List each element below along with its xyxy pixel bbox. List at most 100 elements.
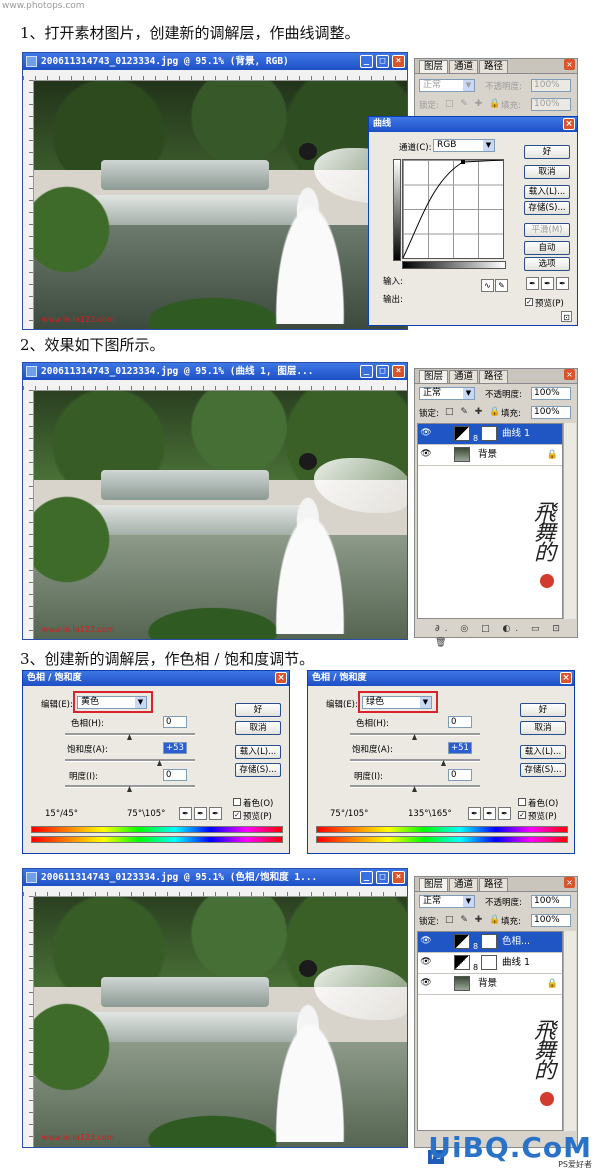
close-button[interactable]: × (392, 365, 405, 378)
canvas-photo[interactable]: www.ie.la123.com (34, 81, 407, 329)
gray-eyedropper-icon[interactable]: ✒ (541, 277, 554, 290)
pencil-icon[interactable]: ✎ (495, 279, 508, 292)
minimize-button[interactable]: _ (360, 55, 373, 68)
opacity-input[interactable]: 100% (531, 387, 571, 400)
eye-icon[interactable]: 👁 (420, 428, 432, 439)
fill-input[interactable]: 100% (531, 98, 571, 111)
layers-bottom-toolbar[interactable]: ∂. ◎ □ ◐. ▭ ⊡ 🗑 (417, 622, 575, 648)
layer-row-curves[interactable]: 👁 8 曲线 1 (418, 424, 562, 445)
hue-sat-titlebar[interactable]: 色相 / 饱和度 × (308, 671, 574, 686)
cancel-button[interactable]: 取消 (524, 165, 570, 179)
tab-layers[interactable]: 图层 (419, 878, 449, 891)
white-eyedropper-icon[interactable]: ✒ (556, 277, 569, 290)
layers-scrollbar[interactable] (563, 931, 576, 1131)
panel-close-icon[interactable]: × (564, 59, 575, 70)
black-eyedropper-icon[interactable]: ✒ (526, 277, 539, 290)
document-window-3[interactable]: 200611314743_0123334.jpg @ 95.1% (色相/饱和度… (22, 868, 408, 1148)
eye-icon[interactable]: 👁 (420, 957, 432, 968)
blend-mode-select[interactable]: 正常 ▼ (419, 895, 475, 908)
panel-close-icon[interactable]: × (564, 877, 575, 888)
maximize-button[interactable]: □ (376, 871, 389, 884)
curves-graph[interactable] (402, 159, 504, 259)
canvas-photo[interactable]: www.ie.la123.com (34, 897, 407, 1147)
save-button[interactable]: 存储(S)... (520, 763, 566, 777)
layers-panel-2[interactable]: 图层 通道 路径 × 正常 ▼ 不透明度: 100% 锁定: □ ✎ ✚ 🔒 填充… (414, 368, 578, 648)
hue-saturation-dialog-1[interactable]: 色相 / 饱和度 × 编辑(E): 黄色 ▼ 色相(H): 0 饱和度(A): +… (22, 670, 290, 854)
close-button[interactable]: × (560, 672, 572, 684)
hue-sat-titlebar[interactable]: 色相 / 饱和度 × (23, 671, 289, 686)
saturation-input[interactable]: +53 (163, 742, 187, 754)
lightness-input[interactable]: 0 (448, 769, 472, 781)
document-window-1[interactable]: 200611314743_0123334.jpg @ 95.1% (背景, RG… (22, 52, 408, 330)
document-window-2[interactable]: 200611314743_0123334.jpg @ 95.1% (曲线 1, … (22, 362, 408, 640)
tab-paths[interactable]: 路径 (479, 60, 509, 73)
layer-row-hue-saturation[interactable]: 👁 8 色相... (418, 932, 562, 953)
preview-checkbox[interactable]: ✓ (233, 811, 241, 819)
spectrum-bar-bottom[interactable] (31, 836, 283, 843)
panel-close-icon[interactable]: × (564, 369, 575, 380)
tab-layers[interactable]: 图层 (419, 370, 449, 383)
load-button[interactable]: 载入(L)... (235, 745, 281, 759)
lock-icons[interactable]: □ ✎ ✚ 🔒 (445, 99, 502, 109)
eye-icon[interactable]: 👁 (420, 936, 432, 947)
curve-line[interactable] (403, 160, 503, 258)
ok-button[interactable]: 好 (524, 145, 570, 159)
fill-input[interactable]: 100% (531, 914, 571, 927)
colorize-checkbox[interactable] (518, 798, 526, 806)
layer-row-curves[interactable]: 👁 8 曲线 1 (418, 953, 562, 974)
cancel-button[interactable]: 取消 (520, 721, 566, 735)
spectrum-bar-bottom[interactable] (316, 836, 568, 843)
document-titlebar[interactable]: 200611314743_0123334.jpg @ 95.1% (背景, RG… (23, 53, 407, 70)
close-button[interactable]: × (392, 55, 405, 68)
fill-input[interactable]: 100% (531, 406, 571, 419)
expand-icon[interactable]: ⊡ (561, 311, 572, 322)
preview-checkbox[interactable]: ✓ (525, 298, 533, 306)
saturation-slider[interactable] (350, 759, 480, 762)
cancel-button[interactable]: 取消 (235, 721, 281, 735)
tab-paths[interactable]: 路径 (479, 370, 509, 383)
maximize-button[interactable]: □ (376, 365, 389, 378)
layers-list[interactable]: 👁 8 色相... 👁 8 曲线 1 👁 背景 🔒 飛舞的 (417, 931, 563, 1131)
lock-icons[interactable]: □ ✎ ✚ 🔒 (445, 407, 502, 417)
saturation-slider[interactable] (65, 759, 195, 762)
load-button[interactable]: 载入(L)... (524, 185, 570, 199)
auto-button[interactable]: 自动 (524, 241, 570, 255)
save-button[interactable]: 存储(S)... (524, 201, 570, 215)
opacity-input[interactable]: 100% (531, 79, 571, 92)
document-titlebar[interactable]: 200611314743_0123334.jpg @ 95.1% (曲线 1, … (23, 363, 407, 380)
hue-saturation-dialog-2[interactable]: 色相 / 饱和度 × 编辑(E): 绿色 ▼ 色相(H): 0 饱和度(A): +… (307, 670, 575, 854)
opacity-input[interactable]: 100% (531, 895, 571, 908)
tab-channels[interactable]: 通道 (449, 370, 479, 383)
maximize-button[interactable]: □ (376, 55, 389, 68)
smooth-button[interactable]: 平滑(M) (524, 223, 570, 237)
canvas-photo[interactable]: www.ie.la123.com (34, 391, 407, 639)
layer-row-background[interactable]: 👁 背景 🔒 (418, 445, 562, 466)
channel-select[interactable]: RGB ▼ (433, 139, 495, 152)
eye-icon[interactable]: 👁 (420, 449, 432, 460)
lock-icons[interactable]: □ ✎ ✚ 🔒 (445, 915, 502, 925)
eyedropper-minus-icon[interactable]: ✒ (209, 807, 222, 820)
eyedropper-plus-icon[interactable]: ✒ (194, 807, 207, 820)
eyedropper-icon[interactable]: ✒ (468, 807, 481, 820)
minimize-button[interactable]: _ (360, 365, 373, 378)
lightness-input[interactable]: 0 (163, 769, 187, 781)
document-titlebar[interactable]: 200611314743_0123334.jpg @ 95.1% (色相/饱和度… (23, 869, 407, 886)
ok-button[interactable]: 好 (235, 703, 281, 717)
layer-row-background[interactable]: 👁 背景 🔒 (418, 974, 562, 995)
save-button[interactable]: 存储(S)... (235, 763, 281, 777)
curve-mode-icon[interactable]: ∿ (481, 279, 494, 292)
load-button[interactable]: 载入(L)... (520, 745, 566, 759)
eyedropper-icon[interactable]: ✒ (179, 807, 192, 820)
close-button[interactable]: × (392, 871, 405, 884)
options-button[interactable]: 选项 (524, 257, 570, 271)
layers-panel-1[interactable]: 图层 通道 路径 × 正常 ▼ 不透明度: 100% 锁定: □ ✎ ✚ 🔒 填充… (414, 58, 578, 118)
colorize-checkbox[interactable] (233, 798, 241, 806)
layers-panel-3[interactable]: 图层 通道 路径 × 正常 ▼ 不透明度: 100% 锁定: □ ✎ ✚ 🔒 填充… (414, 876, 578, 1148)
close-button[interactable]: × (563, 118, 575, 130)
saturation-input[interactable]: +51 (448, 742, 472, 754)
preview-checkbox[interactable]: ✓ (518, 811, 526, 819)
curves-dialog[interactable]: 曲线 × 通道(C): RGB ▼ 输入: 输出: ∿ ✎ 好 取消 载入(L).… (368, 116, 578, 326)
curves-titlebar[interactable]: 曲线 × (369, 117, 577, 132)
ok-button[interactable]: 好 (520, 703, 566, 717)
minimize-button[interactable]: _ (360, 871, 373, 884)
